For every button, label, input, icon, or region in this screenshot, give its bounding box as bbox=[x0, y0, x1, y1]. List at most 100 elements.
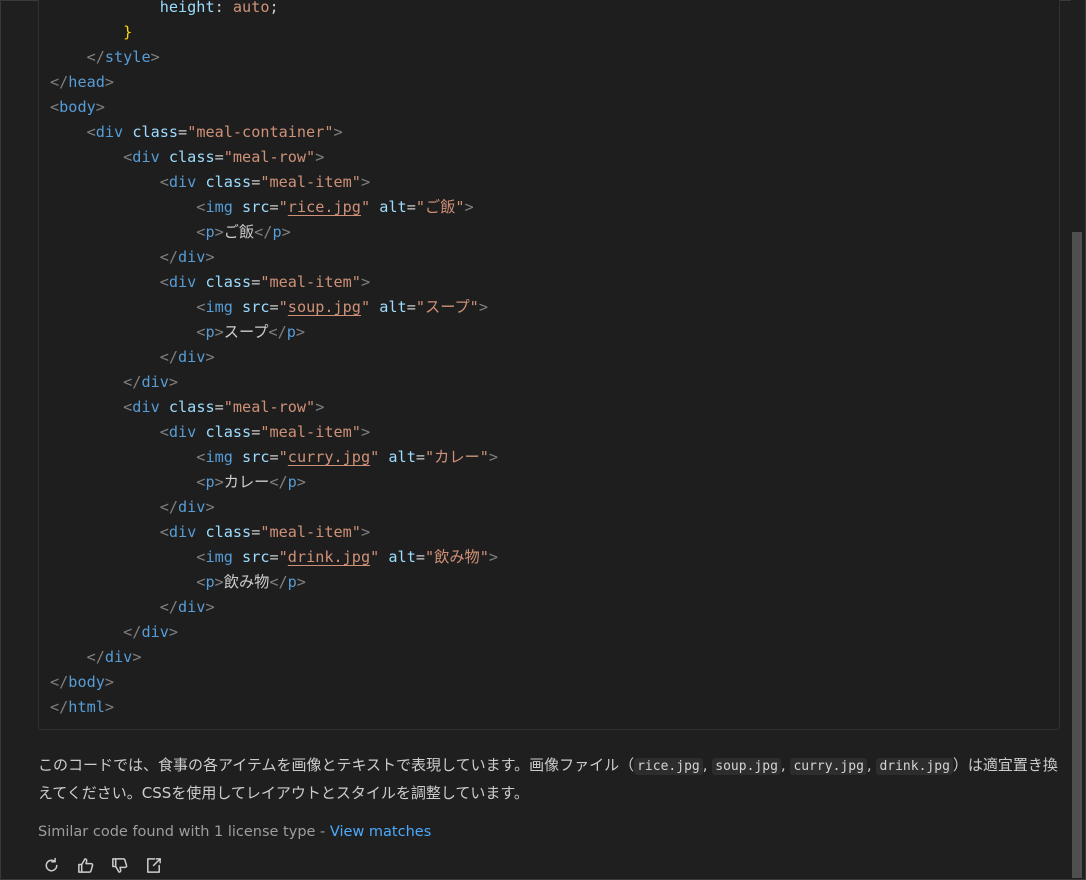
code-token: < bbox=[50, 523, 169, 541]
code-token: > bbox=[150, 48, 160, 66]
code-token: > bbox=[315, 398, 325, 416]
code-line: </div> bbox=[50, 345, 498, 370]
code-token: < bbox=[50, 548, 206, 566]
code-token: = bbox=[178, 123, 188, 141]
code-token: alt bbox=[388, 548, 416, 566]
code-token: > bbox=[315, 148, 325, 166]
code-token: div bbox=[168, 173, 197, 191]
code-token: </ bbox=[50, 248, 179, 266]
code-token: alt bbox=[379, 198, 407, 216]
code-token: </ bbox=[50, 623, 142, 641]
code-token: = bbox=[406, 298, 416, 316]
insert-button[interactable] bbox=[142, 854, 164, 876]
code-token: src bbox=[242, 548, 270, 566]
code-line: <div class="meal-container"> bbox=[50, 120, 498, 145]
code-file-link[interactable]: curry.jpg bbox=[288, 448, 370, 466]
code-line: </div> bbox=[50, 370, 498, 395]
code-token: </ bbox=[269, 573, 288, 591]
code-token: "meal-container" bbox=[187, 123, 334, 141]
code-line: <div class="meal-item"> bbox=[50, 420, 498, 445]
code-token: div bbox=[132, 398, 160, 416]
inline-code-drink: drink.jpg bbox=[876, 758, 953, 775]
code-token: < bbox=[50, 423, 169, 441]
inline-code-curry: curry.jpg bbox=[790, 758, 867, 775]
code-token: " bbox=[370, 448, 380, 466]
code-file-link[interactable]: soup.jpg bbox=[288, 298, 361, 316]
code-token: < bbox=[50, 448, 206, 466]
thumbs-down-icon bbox=[111, 857, 127, 873]
similar-code-text: Similar code found with 1 license type - bbox=[38, 824, 330, 840]
code-token: head bbox=[68, 73, 105, 91]
code-line: </body> bbox=[50, 670, 498, 695]
scrollbar[interactable] bbox=[1071, 0, 1085, 878]
code-token: div bbox=[95, 123, 124, 141]
code-token: </ bbox=[268, 323, 287, 341]
code-token: > bbox=[488, 448, 499, 466]
code-token: style bbox=[104, 48, 151, 66]
inline-code-soup: soup.jpg bbox=[712, 758, 781, 775]
code-token: src bbox=[242, 198, 270, 216]
code-token: div bbox=[178, 598, 206, 616]
code-token: src bbox=[242, 298, 270, 316]
code-file-link[interactable]: rice.jpg bbox=[288, 198, 361, 216]
code-token: "meal-item" bbox=[260, 173, 361, 191]
code-token: html bbox=[68, 698, 105, 716]
code-token: </ bbox=[50, 598, 179, 616]
code-token: 飲み物 bbox=[223, 573, 270, 591]
code-token: < bbox=[50, 273, 169, 291]
code-token: カレー bbox=[223, 473, 270, 491]
code-token: p bbox=[287, 473, 297, 491]
code-token: "飲み物" bbox=[425, 548, 489, 566]
code-token: > bbox=[333, 123, 343, 141]
code-line: </div> bbox=[50, 245, 498, 270]
code-token: class bbox=[132, 123, 179, 141]
code-token: > bbox=[464, 198, 474, 216]
code-token: img bbox=[205, 548, 233, 566]
code-token: div bbox=[141, 623, 169, 641]
code-token: p bbox=[205, 323, 215, 341]
code-token: = bbox=[415, 448, 425, 466]
code-token: > bbox=[168, 623, 179, 641]
retry-button[interactable] bbox=[40, 854, 62, 876]
code-token: "meal-item" bbox=[260, 423, 361, 441]
code-token: > bbox=[132, 648, 142, 666]
code-token: p bbox=[205, 223, 215, 241]
code-line: </div> bbox=[50, 620, 498, 645]
code-line: <p>ご飯</p> bbox=[50, 220, 498, 245]
code-token: > bbox=[214, 573, 224, 591]
view-matches-link[interactable]: View matches bbox=[330, 824, 431, 840]
code-block: height: auto; } </style> </head> <body> <d… bbox=[38, 0, 1060, 730]
code-token: < bbox=[50, 223, 206, 241]
code-token: class bbox=[205, 423, 252, 441]
code-file-link[interactable]: drink.jpg bbox=[288, 548, 370, 566]
thumbs-down-button[interactable] bbox=[108, 854, 130, 876]
insert-icon bbox=[146, 857, 161, 873]
code-token: div bbox=[178, 248, 206, 266]
similar-code-notice: Similar code found with 1 license type -… bbox=[38, 824, 431, 840]
code-token: "ご飯" bbox=[415, 198, 465, 216]
code-line: <img src="rice.jpg" alt="ご飯"> bbox=[50, 195, 498, 220]
code-token: = bbox=[406, 198, 416, 216]
scrollbar-thumb[interactable] bbox=[1072, 232, 1082, 878]
code-token: alt bbox=[379, 298, 407, 316]
code-token: > bbox=[281, 223, 291, 241]
code-token: </ bbox=[50, 698, 69, 716]
explanation-intro: このコードでは、食事の各アイテムを画像とテキストで表現しています。画像ファイル（ bbox=[38, 756, 635, 774]
code-token: p bbox=[272, 223, 282, 241]
code-token: = bbox=[415, 548, 425, 566]
inline-code-rice: rice.jpg bbox=[634, 758, 703, 775]
code-token: p bbox=[286, 323, 296, 341]
code-token: img bbox=[205, 448, 233, 466]
code-token: > bbox=[488, 548, 499, 566]
code-line: </div> bbox=[50, 645, 498, 670]
code-line: </head> bbox=[50, 70, 498, 95]
code-token: </ bbox=[269, 473, 288, 491]
thumbs-up-button[interactable] bbox=[74, 854, 96, 876]
code-token: > bbox=[295, 323, 306, 341]
code-token: > bbox=[360, 273, 371, 291]
code-token: </ bbox=[50, 498, 179, 516]
code-line: <p>スープ</p> bbox=[50, 320, 498, 345]
